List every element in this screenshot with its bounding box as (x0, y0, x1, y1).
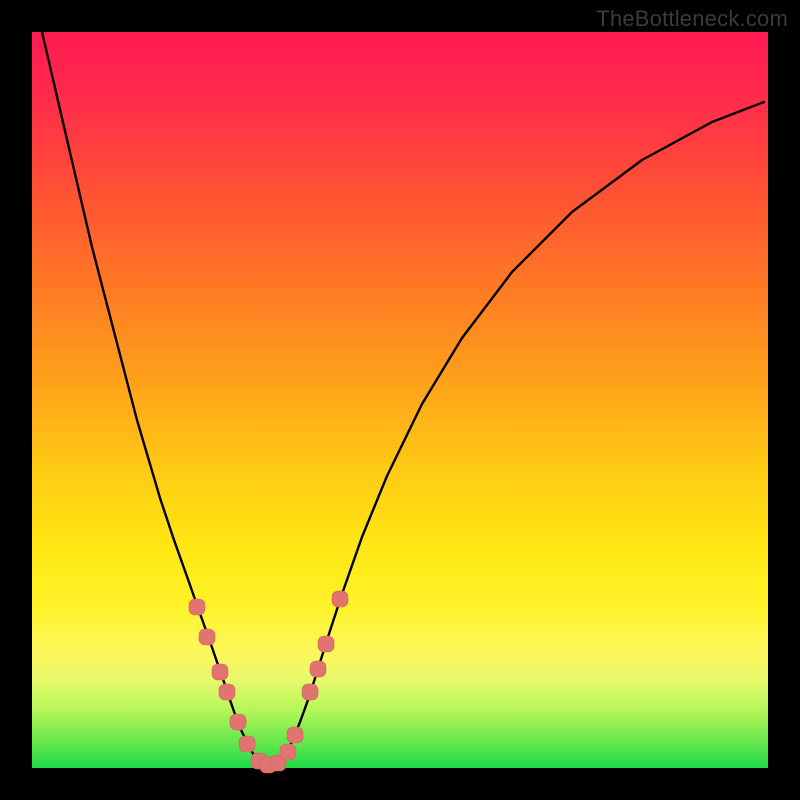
data-marker (239, 736, 255, 752)
data-marker (302, 684, 318, 700)
data-marker (189, 599, 205, 615)
data-marker (318, 636, 334, 652)
data-marker (199, 629, 215, 645)
watermark-label: TheBottleneck.com (596, 6, 788, 32)
bottleneck-curve (42, 32, 764, 766)
chart-frame: TheBottleneck.com (0, 0, 800, 800)
plot-area (32, 32, 768, 768)
data-marker (230, 714, 246, 730)
data-marker (310, 661, 326, 677)
data-marker (280, 744, 296, 760)
data-marker (212, 664, 228, 680)
data-marker (332, 591, 348, 607)
data-marker (287, 727, 303, 743)
data-marker (219, 684, 235, 700)
bottleneck-curve-svg (32, 32, 768, 768)
data-markers (189, 591, 348, 773)
